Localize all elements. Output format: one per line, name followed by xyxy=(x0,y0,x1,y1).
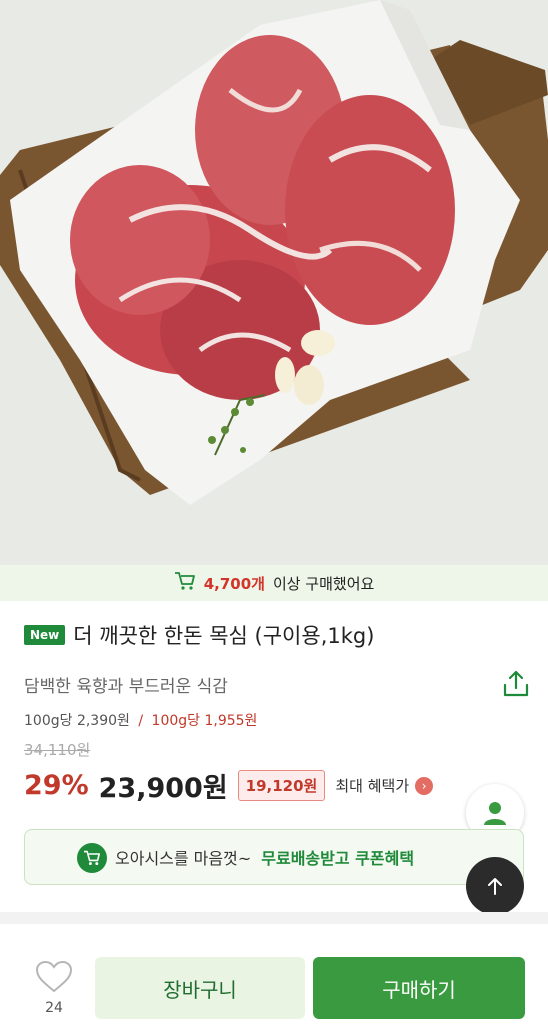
unit-price: 100g당 2,390원 xyxy=(24,713,130,729)
benefit-price-badge: 19,120원 xyxy=(237,770,326,801)
profile-icon xyxy=(484,802,506,825)
promo-highlight: 무료배송받고 쿠폰혜택 xyxy=(261,849,415,868)
product-image xyxy=(0,0,548,565)
cart-icon xyxy=(77,843,107,873)
arrow-up-icon xyxy=(488,878,502,895)
like-button[interactable]: 24 xyxy=(34,960,74,1016)
discount-rate: 29% xyxy=(24,770,89,801)
purchase-count-banner: 4,700개 이상 구매했어요 xyxy=(0,565,548,601)
product-info: New 더 깨끗한 한돈 목심 (구이용,1kg) xyxy=(24,620,534,650)
product-title: 더 깨끗한 한돈 목심 (구이용,1kg) xyxy=(73,624,375,648)
cart-icon xyxy=(174,571,196,595)
free-shipping-promo[interactable]: 오아시스를 마음껏~ 무료배송받고 쿠폰혜택 xyxy=(24,829,524,885)
original-price: 34,110원 xyxy=(24,741,91,759)
buy-now-button[interactable]: 구매하기 xyxy=(313,957,525,1019)
chevron-right-icon[interactable]: › xyxy=(415,776,434,795)
add-to-cart-button[interactable]: 장바구니 xyxy=(95,957,305,1019)
section-divider xyxy=(0,912,548,924)
purchase-count-text: 이상 구매했어요 xyxy=(272,574,375,593)
share-icon xyxy=(503,670,529,697)
scroll-top-button[interactable] xyxy=(466,857,524,915)
promo-text: 오아시스를 마음껏~ xyxy=(115,849,252,868)
purchase-count: 4,700개 xyxy=(203,574,265,593)
unit-price-row: 100g당 2,390원 / 100g당 1,955원 xyxy=(24,710,257,730)
bottom-action-bar: 24 장바구니 구매하기 xyxy=(0,924,548,1024)
price-row: 29% 23,900원 19,120원 최대 혜택가 › xyxy=(24,766,434,805)
share-button[interactable] xyxy=(500,668,532,700)
unit-sale-price: 100g당 1,955원 xyxy=(151,713,258,729)
product-subtitle: 담백한 육향과 부드러운 식감 xyxy=(24,676,228,697)
unit-price-separator: / xyxy=(138,713,144,729)
benefit-label[interactable]: 최대 혜택가 xyxy=(335,775,409,796)
heart-icon xyxy=(35,960,73,993)
new-badge: New xyxy=(24,625,66,645)
like-count: 24 xyxy=(45,1000,63,1016)
sale-price: 23,900원 xyxy=(98,773,228,804)
